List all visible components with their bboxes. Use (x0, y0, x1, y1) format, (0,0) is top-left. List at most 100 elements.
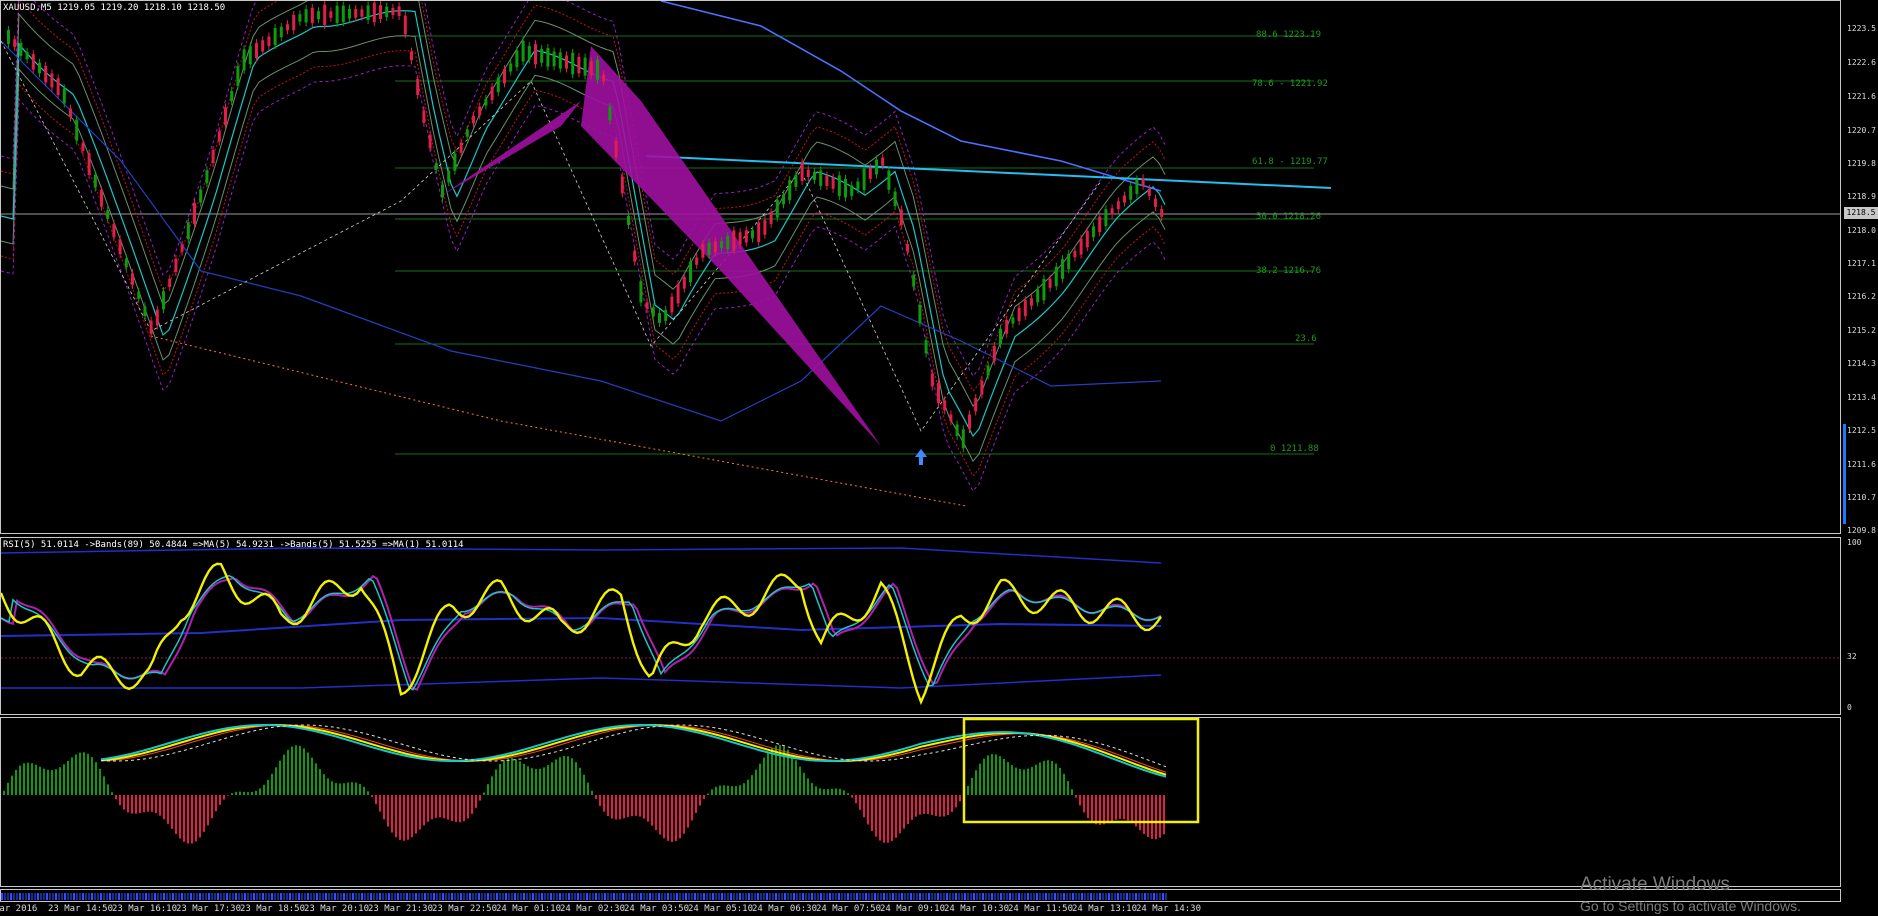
histogram-bar (355, 782, 357, 795)
histogram-bar (859, 795, 861, 810)
support-trendline (150, 335, 967, 507)
histogram-bar (1055, 763, 1057, 795)
histogram-bar (1027, 768, 1029, 795)
candle-body (44, 65, 48, 83)
mini-bar (46, 893, 48, 900)
histogram-bar (1091, 795, 1093, 823)
candle-body (441, 184, 444, 198)
price-chart-canvas[interactable] (1, 1, 1841, 534)
mini-bar (229, 893, 231, 900)
time-label: Mar 2016 (0, 904, 38, 914)
macd-indicator-pane[interactable] (0, 717, 1841, 887)
histogram-bar (415, 795, 417, 834)
candle-body (428, 134, 432, 149)
candle-body (93, 174, 97, 188)
histogram-bar (207, 795, 209, 826)
mini-bar (817, 893, 819, 900)
candle-body (521, 40, 525, 62)
mini-bar (1075, 893, 1077, 900)
macd-indicator-canvas[interactable] (1, 718, 1841, 887)
candle-body (1123, 195, 1126, 203)
candle-body (912, 274, 916, 287)
mini-bar (928, 893, 930, 900)
mini-bar (556, 893, 558, 900)
rsi-indicator-pane[interactable] (0, 537, 1841, 715)
histogram-bar (983, 758, 985, 795)
scroll-indicator[interactable] (1843, 424, 1846, 524)
histogram-bar (927, 795, 929, 815)
mini-bar (214, 893, 216, 900)
mini-bar (871, 893, 873, 900)
histogram-bar (543, 767, 545, 795)
mini-bar (967, 893, 969, 900)
candle-body (974, 397, 978, 412)
candle-body (676, 284, 680, 304)
price-chart-pane[interactable] (0, 0, 1841, 534)
histogram-bar (119, 795, 121, 806)
mini-bar (673, 893, 675, 900)
histogram-bar (459, 795, 461, 823)
mini-bar (1129, 893, 1131, 900)
mini-bar (991, 893, 993, 900)
mini-bar (1117, 893, 1119, 900)
histogram-bar (627, 795, 629, 818)
mini-bar (277, 893, 279, 900)
mini-bar (475, 893, 477, 900)
mini-bar (1018, 893, 1020, 900)
histogram-bar (1143, 795, 1145, 834)
histogram-bar (839, 788, 841, 795)
mini-bar (346, 893, 348, 900)
histogram-bar (91, 757, 93, 795)
histogram-bar (555, 759, 557, 795)
candle-body (627, 215, 630, 226)
histogram-bar (847, 793, 849, 795)
mini-bar (703, 893, 705, 900)
histogram-bar (375, 795, 377, 805)
histogram-bar (315, 763, 317, 795)
mini-bar (70, 893, 72, 900)
candle-body (31, 54, 35, 70)
mini-bar (445, 893, 447, 900)
candle-body (509, 63, 513, 72)
mini-bar (496, 893, 498, 900)
time-label: 24 Mar 06:30 (752, 904, 818, 914)
mini-bar (667, 893, 669, 900)
rsi-indicator-canvas[interactable] (1, 538, 1841, 715)
candle-body (422, 110, 426, 123)
mini-bar (835, 893, 837, 900)
mini-bar (472, 893, 474, 900)
mini-bar (40, 893, 42, 900)
histogram-bar (1111, 795, 1113, 822)
mini-bar (601, 893, 603, 900)
histogram-bar (379, 795, 381, 812)
mini-bar (1084, 893, 1086, 900)
histogram-bar (807, 778, 809, 795)
mini-bar (943, 893, 945, 900)
mini-bar (304, 893, 306, 900)
mini-bar (28, 893, 30, 900)
mini-bar (757, 893, 759, 900)
mini-bar (1024, 893, 1026, 900)
histogram-bar (759, 763, 761, 795)
histogram-bar (55, 769, 57, 795)
mini-bar (142, 893, 144, 900)
histogram-bar (599, 795, 601, 806)
mini-bar (958, 893, 960, 900)
mini-bar (388, 893, 390, 900)
histogram-bar (711, 789, 713, 795)
mini-bar (934, 893, 936, 900)
candle-body (546, 48, 550, 67)
mini-bar (1051, 893, 1053, 900)
histogram-bar (323, 774, 325, 795)
histogram-bar (731, 786, 733, 795)
mini-bar (385, 893, 387, 900)
price-scale[interactable] (1841, 0, 1878, 905)
time-axis[interactable]: Mar 2016 23 Mar 14:50 23 Mar 16:10 23 Ma… (0, 902, 1841, 916)
histogram-bar (1011, 765, 1013, 795)
cyan-moving-average (1, 10, 1166, 438)
mini-indicator-pane[interactable] (0, 889, 1841, 902)
mini-bar (1012, 893, 1014, 900)
mini-bar (340, 893, 342, 900)
histogram-bar (247, 792, 249, 795)
histogram-bar (155, 795, 157, 814)
